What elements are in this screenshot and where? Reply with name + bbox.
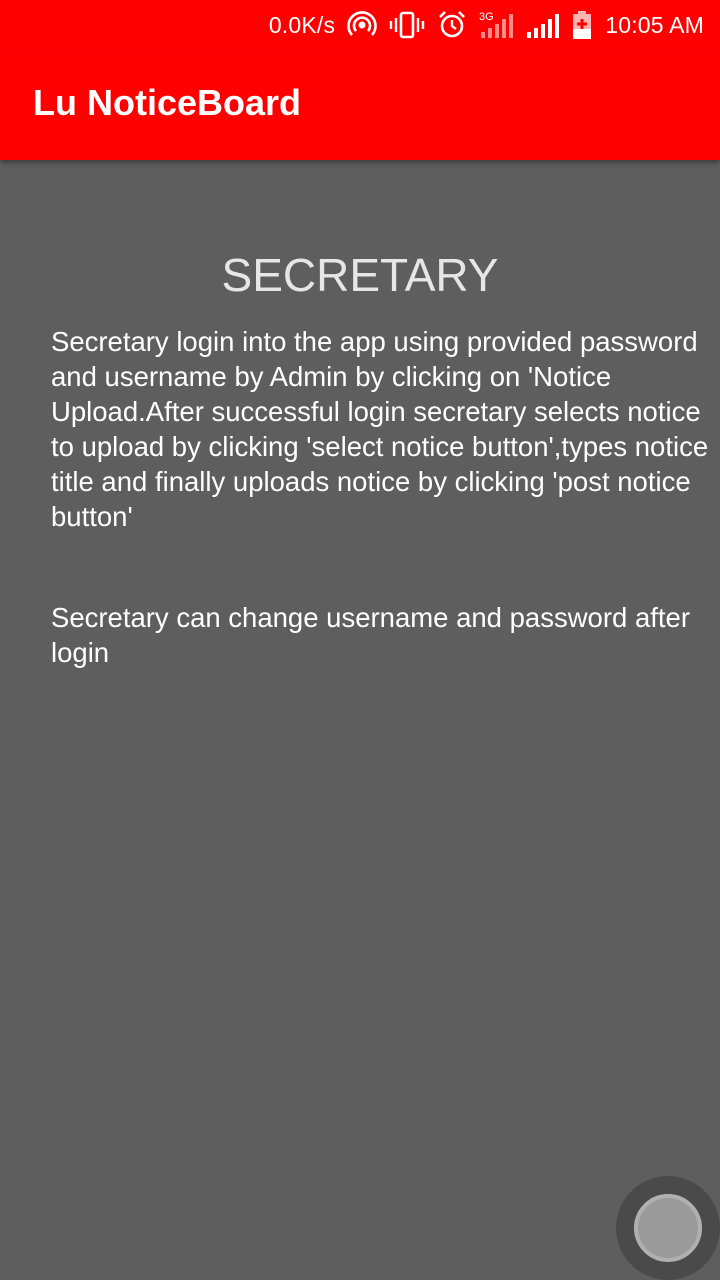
network-type-label: 3G <box>479 11 494 23</box>
main-content: SECRETARY Secretary login into the app u… <box>0 160 720 1280</box>
signal-3g-icon: 3G <box>479 10 514 40</box>
network-speed: 0.0K/s <box>268 11 336 38</box>
hotspot-icon <box>347 10 377 40</box>
floating-assistive-button[interactable] <box>616 1176 720 1280</box>
page-heading: SECRETARY <box>221 249 499 301</box>
description-paragraph-1: Secretary login into the app using provi… <box>51 326 709 532</box>
status-bar: 0.0K/s 3G 10:05 AM <box>0 0 720 50</box>
description-paragraph-2: Secretary can change username and passwo… <box>51 602 690 668</box>
app-title: Lu NoticeBoard <box>33 82 302 123</box>
vibrate-icon <box>389 10 425 40</box>
assistive-touch-icon <box>634 1194 702 1262</box>
status-time: 10:05 AM <box>605 11 704 38</box>
signal-icon <box>525 10 560 40</box>
alarm-icon <box>437 10 467 40</box>
battery-charging-icon <box>571 10 593 40</box>
app-bar: Lu NoticeBoard <box>0 50 720 160</box>
